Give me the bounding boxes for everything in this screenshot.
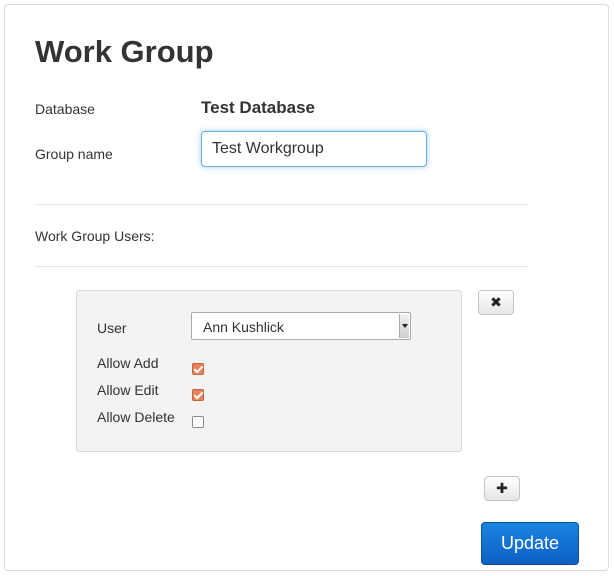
allow-delete-checkbox[interactable] bbox=[192, 416, 204, 428]
page-title: Work Group bbox=[35, 34, 214, 69]
close-icon: ✖ bbox=[490, 294, 502, 310]
allow-edit-checkbox[interactable] bbox=[192, 389, 204, 401]
allow-add-checkbox[interactable] bbox=[192, 363, 204, 375]
allow-delete-label: Allow Delete bbox=[97, 409, 175, 425]
plus-icon: ✚ bbox=[496, 480, 508, 496]
group-name-input[interactable] bbox=[201, 131, 427, 167]
allow-add-label: Allow Add bbox=[97, 355, 159, 371]
chevron-down-icon[interactable] bbox=[399, 314, 409, 338]
add-user-button[interactable]: ✚ bbox=[484, 476, 520, 501]
update-button[interactable]: Update bbox=[481, 522, 579, 565]
user-select-value: Ann Kushlick bbox=[203, 319, 284, 335]
divider bbox=[35, 266, 528, 267]
group-name-label: Group name bbox=[35, 146, 113, 162]
user-label: User bbox=[97, 320, 127, 336]
user-select[interactable]: Ann Kushlick bbox=[191, 312, 411, 340]
divider bbox=[35, 204, 528, 205]
database-label: Database bbox=[35, 101, 95, 117]
remove-user-button[interactable]: ✖ bbox=[478, 290, 514, 315]
allow-edit-label: Allow Edit bbox=[97, 382, 159, 398]
database-value: Test Database bbox=[201, 98, 316, 117]
work-group-users-label: Work Group Users: bbox=[35, 228, 155, 244]
user-permission-card: User Ann Kushlick Allow Add Allow Edit A… bbox=[76, 290, 462, 452]
